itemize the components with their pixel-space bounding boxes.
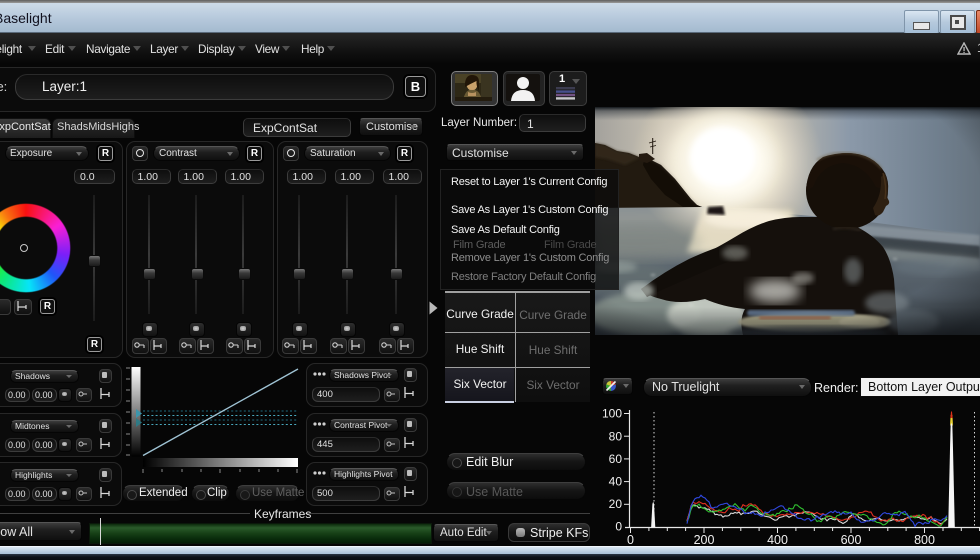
svg-text:80: 80	[609, 430, 623, 444]
svg-text:600: 600	[841, 533, 862, 546]
svg-text:60: 60	[609, 452, 623, 466]
svg-text:100: 100	[602, 407, 622, 421]
svg-text:200: 200	[694, 533, 715, 546]
svg-text:20: 20	[609, 497, 623, 511]
svg-text:0: 0	[615, 520, 622, 534]
svg-text:0: 0	[627, 533, 634, 546]
svg-text:800: 800	[914, 533, 935, 546]
svg-text:400: 400	[767, 533, 788, 546]
svg-text:40: 40	[609, 475, 623, 489]
